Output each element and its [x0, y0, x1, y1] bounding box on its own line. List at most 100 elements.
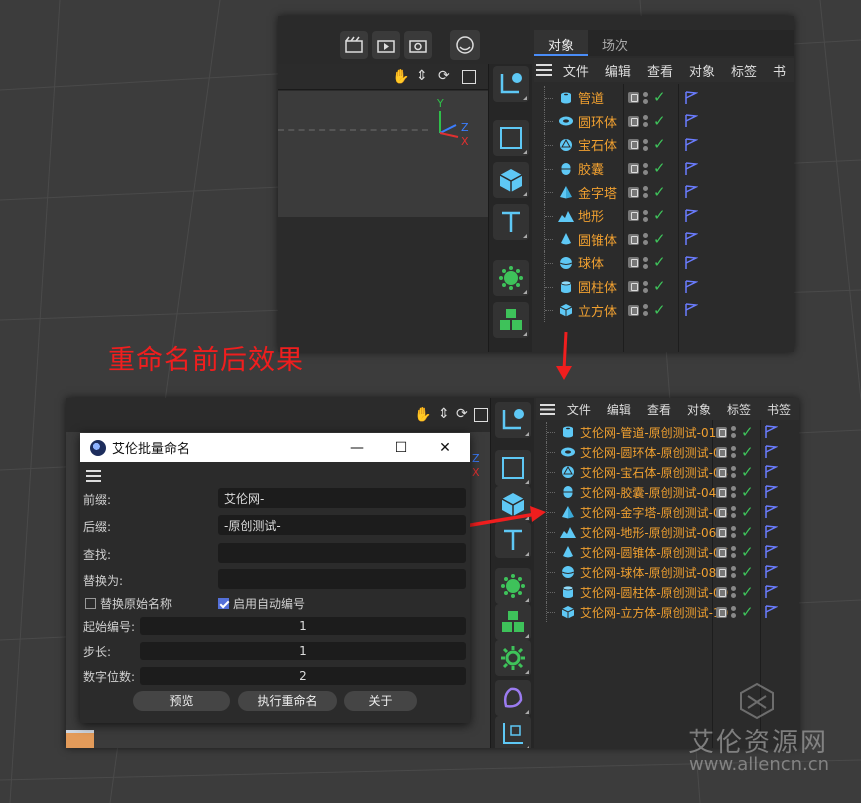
- visibility-dots-icon[interactable]: [643, 91, 649, 104]
- tag-flag-icon[interactable]: [684, 279, 699, 294]
- object-row[interactable]: 圆锥体 ✓: [534, 227, 794, 252]
- menu-bookmarks[interactable]: 书: [765, 61, 794, 80]
- layer-edit-icon[interactable]: [716, 586, 727, 598]
- object-row[interactable]: 艾伦网-圆环体-原创测试-02 ✓: [536, 442, 799, 462]
- rotate-icon[interactable]: ⟳: [438, 68, 450, 84]
- layer-edit-icon[interactable]: [628, 281, 639, 293]
- tag-flag-icon[interactable]: [764, 565, 779, 579]
- visibility-dots-icon[interactable]: [643, 162, 649, 175]
- visibility-dots-icon[interactable]: [731, 546, 737, 558]
- maximize-view-icon[interactable]: [462, 70, 476, 84]
- object-name[interactable]: 圆环体: [578, 112, 617, 131]
- render-view-icon[interactable]: [340, 31, 368, 59]
- visibility-dots-icon[interactable]: [731, 566, 737, 578]
- checkbox-box-checked[interactable]: [218, 598, 229, 609]
- layer-edit-icon[interactable]: [628, 92, 639, 104]
- preview-button[interactable]: 预览: [133, 691, 230, 711]
- tag-flag-icon[interactable]: [684, 138, 699, 152]
- enabled-check-icon[interactable]: ✓: [653, 113, 666, 129]
- object-row[interactable]: 艾伦网-立方体-原创测试-10 ✓: [536, 602, 799, 622]
- tag-flag-icon[interactable]: [764, 545, 779, 559]
- object-row[interactable]: 艾伦网-圆柱体-原创测试-09 ✓: [536, 582, 799, 602]
- prefix-input[interactable]: 艾伦网-: [218, 488, 466, 508]
- enabled-check-icon[interactable]: ✓: [653, 184, 666, 200]
- menu-view[interactable]: 查看: [639, 61, 681, 80]
- menu-view[interactable]: 查看: [639, 401, 679, 418]
- enabled-check-icon[interactable]: ✓: [741, 584, 754, 600]
- object-row[interactable]: 圆环体 ✓: [534, 109, 794, 134]
- coordinate-system-icon[interactable]: [493, 66, 529, 102]
- tag-flag-icon[interactable]: [764, 425, 779, 439]
- enabled-check-icon[interactable]: ✓: [653, 90, 666, 105]
- render-active-icon[interactable]: [372, 31, 400, 59]
- tag-flag-icon[interactable]: [764, 485, 779, 499]
- layer-edit-icon[interactable]: [628, 163, 639, 175]
- deformer-icon[interactable]: [495, 680, 531, 716]
- enabled-check-icon[interactable]: ✓: [653, 279, 666, 294]
- enabled-check-icon[interactable]: ✓: [741, 564, 754, 580]
- pan-hand-icon[interactable]: ✋: [414, 407, 431, 423]
- move-arrow-icon[interactable]: ⇕: [416, 68, 428, 84]
- visibility-dots-icon[interactable]: [643, 186, 649, 199]
- cloner-icon[interactable]: [495, 568, 531, 604]
- enabled-check-icon[interactable]: ✓: [741, 504, 754, 520]
- enabled-check-icon[interactable]: ✓: [741, 444, 754, 460]
- object-name[interactable]: 艾伦网-地形-原创测试-06: [580, 524, 716, 541]
- enabled-check-icon[interactable]: ✓: [653, 231, 666, 247]
- object-row[interactable]: 球体 ✓: [534, 251, 794, 275]
- gear-effector-icon[interactable]: [495, 640, 531, 676]
- tag-flag-icon[interactable]: [764, 465, 779, 479]
- object-name[interactable]: 宝石体: [578, 135, 617, 154]
- visibility-dots-icon[interactable]: [731, 526, 737, 538]
- object-name[interactable]: 艾伦网-宝石体-原创测试-03: [580, 464, 728, 481]
- tag-flag-icon[interactable]: [684, 114, 699, 128]
- tag-flag-icon[interactable]: [684, 91, 699, 105]
- hamburger-menu-icon[interactable]: [536, 403, 559, 415]
- mograph-blocks-icon[interactable]: [493, 302, 529, 338]
- rectangle-spline-icon[interactable]: [495, 450, 531, 486]
- enabled-check-icon[interactable]: ✓: [653, 161, 666, 176]
- tag-flag-icon[interactable]: [764, 585, 779, 599]
- visibility-dots-icon[interactable]: [731, 446, 737, 458]
- layer-edit-icon[interactable]: [716, 446, 727, 458]
- object-name[interactable]: 圆锥体: [578, 230, 617, 249]
- object-name[interactable]: 圆柱体: [578, 277, 617, 296]
- enabled-check-icon[interactable]: ✓: [741, 464, 754, 480]
- layer-edit-icon[interactable]: [716, 606, 727, 618]
- tab-objects[interactable]: 对象: [534, 30, 589, 56]
- visibility-dots-icon[interactable]: [731, 486, 737, 498]
- visibility-dots-icon[interactable]: [731, 506, 737, 518]
- enabled-check-icon[interactable]: ✓: [741, 544, 754, 560]
- axis-cube-icon[interactable]: [495, 716, 531, 748]
- layer-edit-icon[interactable]: [716, 506, 727, 518]
- layer-edit-icon[interactable]: [628, 257, 639, 269]
- digits-input[interactable]: 2: [140, 667, 466, 685]
- visibility-dots-icon[interactable]: [643, 233, 649, 246]
- layer-edit-icon[interactable]: [628, 233, 639, 245]
- rectangle-spline-icon[interactable]: [493, 120, 529, 156]
- mograph-blocks-icon[interactable]: [495, 604, 531, 640]
- enabled-check-icon[interactable]: ✓: [741, 484, 754, 500]
- minimize-button[interactable]: —: [334, 433, 380, 462]
- object-name[interactable]: 艾伦网-圆柱体-原创测试-09: [580, 584, 728, 601]
- object-name[interactable]: 艾伦网-圆环体-原创测试-02: [580, 444, 728, 461]
- object-row[interactable]: 金字塔 ✓: [534, 180, 794, 204]
- visibility-dots-icon[interactable]: [643, 115, 649, 128]
- coordinate-system-icon[interactable]: [495, 402, 531, 438]
- object-name[interactable]: 艾伦网-金字塔-原创测试-05: [580, 504, 728, 521]
- visibility-dots-icon[interactable]: [643, 138, 649, 151]
- enabled-check-icon[interactable]: ✓: [653, 137, 666, 152]
- tag-flag-icon[interactable]: [764, 525, 779, 539]
- object-row[interactable]: 艾伦网-金字塔-原创测试-05 ✓: [536, 502, 799, 522]
- maximize-button[interactable]: ☐: [378, 433, 424, 462]
- tag-flag-icon[interactable]: [684, 185, 699, 199]
- render-settings-icon[interactable]: [404, 31, 432, 59]
- suffix-input[interactable]: -原创测试-: [218, 515, 466, 535]
- visibility-dots-icon[interactable]: [643, 256, 649, 269]
- object-row[interactable]: 艾伦网-管道-原创测试-01 ✓: [536, 422, 799, 442]
- menu-object[interactable]: 对象: [679, 401, 719, 418]
- object-name[interactable]: 胶囊: [578, 159, 604, 178]
- layer-edit-icon[interactable]: [628, 139, 639, 151]
- enabled-check-icon[interactable]: ✓: [741, 424, 754, 440]
- close-button[interactable]: ✕: [422, 433, 468, 462]
